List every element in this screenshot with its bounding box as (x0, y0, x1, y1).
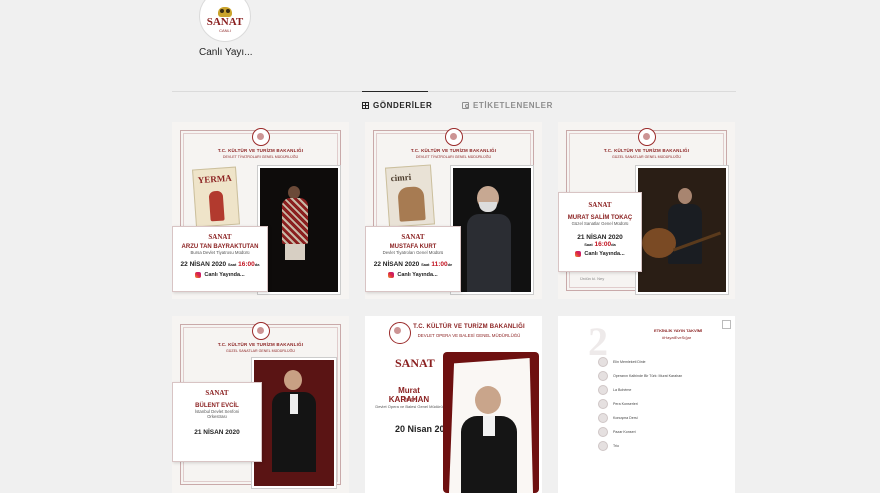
tab-tagged-label: ETİKETLENENLER (473, 101, 553, 110)
post-tile-1[interactable]: T.C. KÜLTÜR VE TURİZM BAKANLIĞI DEVLET T… (172, 122, 349, 299)
sanat-logo: SANAT (208, 233, 232, 241)
department-name: DEVLET TİYATROLARI GENEL MÜDÜRLÜĞÜ (415, 155, 492, 159)
schedule-header: ETKİNLİK YAYIN TAKVİMİ (654, 328, 703, 333)
ministry-seal-icon (252, 128, 270, 146)
schedule-item: Elin Memleketi Dinle (598, 357, 646, 367)
tagged-icon (462, 102, 469, 109)
speaker-role-detail: Devlet Opera ve Balesi Genel Müdürü (375, 404, 443, 409)
schedule-item: Pera Konserleri (598, 399, 638, 409)
profile-avatar[interactable]: SANAT CANLI (199, 0, 251, 42)
profile-username[interactable]: Canlı Yayı... (199, 47, 253, 58)
speaker-photo (252, 358, 336, 488)
avatar-logo-sub: CANLI (219, 28, 231, 33)
event-date: 21 NİSAN 2020 (577, 234, 623, 241)
avatar-logo-text: SANAT (206, 16, 244, 28)
speaker-photo (443, 352, 539, 493)
speaker-card: SANAT ARZU TAN BAYRAKTUTAN Bursa Devlet … (172, 226, 268, 292)
event-date: 22 NİSAN 2020 Saat 16:00da (180, 261, 260, 268)
tab-posts[interactable]: GÖNDERİLER (362, 101, 432, 110)
instrument-caption: Ürdün ki. Ney (580, 276, 605, 281)
instagram-icon (195, 272, 202, 278)
tabs-divider (172, 91, 736, 92)
sanat-logo: SANAT (395, 356, 435, 370)
ministry-seal-icon (252, 322, 270, 340)
multi-post-icon (722, 320, 731, 329)
speaker-role: İstanbul Devlet Senfoni Orkestrası (194, 409, 240, 419)
tab-tagged[interactable]: ETİKETLENENLER (462, 101, 553, 110)
grid-icon (362, 102, 369, 109)
post-tile-3[interactable]: T.C. KÜLTÜR VE TURİZM BAKANLIĞI GÜZEL SA… (558, 122, 735, 299)
speaker-photo (451, 166, 533, 294)
owl-logo-icon (218, 7, 232, 17)
speaker-role: Bursa Devlet Tiyatrosu Müdürü (190, 250, 250, 255)
schedule-hashtag: #HayatEveSığar (662, 335, 692, 340)
post-tile-4[interactable]: T.C. KÜLTÜR VE TURİZM BAKANLIĞI GÜZEL SA… (172, 316, 349, 493)
post-tile-5[interactable]: T.C. KÜLTÜR VE TURİZM BAKANLIĞI DEVLET O… (365, 316, 542, 493)
poster-title: cimri (390, 171, 412, 184)
event-date: 22 NİSAN 2020 Saat 11:00de (373, 261, 453, 268)
department-name: GÜZEL SANATLAR GENEL MÜDÜRLÜĞÜ (226, 349, 295, 353)
live-label: Canlı Yayında... (559, 251, 641, 257)
ministry-title: T.C. KÜLTÜR VE TURİZM BAKANLIĞI (217, 148, 304, 153)
speaker-photo (636, 166, 728, 294)
speaker-card: SANAT BÜLENT EVCİL İstanbul Devlet Senfo… (172, 382, 262, 462)
schedule-item: Operanın Kalbinde Bir Türk: Murat Karaha… (598, 371, 682, 381)
sanat-logo: SANAT (588, 201, 612, 209)
ministry-title: T.C. KÜLTÜR VE TURİZM BAKANLIĞI (217, 342, 304, 347)
schedule-item: Konuşma Dersi (598, 413, 638, 423)
tab-posts-label: GÖNDERİLER (373, 101, 433, 110)
schedule-item: Pazar Konseri (598, 427, 636, 437)
schedule-item: Trio (598, 441, 619, 451)
ministry-title: T.C. KÜLTÜR VE TURİZM BAKANLIĞI (410, 148, 497, 153)
live-label: Canlı Yayında... (173, 272, 267, 278)
live-label: Canlı Yayında... (366, 272, 460, 278)
instagram-icon (575, 251, 582, 257)
schedule-item: La Bohème (598, 385, 631, 395)
speaker-role: (Tenor) (401, 397, 417, 403)
event-date: 21 NİSAN 2020 (194, 429, 240, 436)
sanat-logo: SANAT (205, 389, 229, 397)
instagram-icon (388, 272, 395, 278)
ministry-seal-icon (389, 322, 411, 344)
department-name: GÜZEL SANATLAR GENEL MÜDÜRLÜĞÜ (612, 155, 681, 159)
play-poster: YERMA (192, 166, 240, 228)
speaker-card: SANAT MUSTAFA KURT Devlet Tiyatroları Ge… (365, 226, 461, 292)
poster-title: YERMA (197, 172, 233, 186)
ministry-seal-icon (445, 128, 463, 146)
speaker-role: Devlet Tiyatroları Genel Müdürü (382, 250, 444, 255)
speaker-photo (258, 166, 340, 294)
active-tab-indicator (362, 91, 428, 92)
ministry-title: T.C. KÜLTÜR VE TURİZM BAKANLIĞI (603, 148, 690, 153)
ministry-seal-icon (638, 128, 656, 146)
sanat-logo: SANAT (401, 233, 425, 241)
post-tile-2[interactable]: T.C. KÜLTÜR VE TURİZM BAKANLIĞI DEVLET T… (365, 122, 542, 299)
post-tile-6[interactable]: 2 ETKİNLİK YAYIN TAKVİMİ #HayatEveSığar … (558, 316, 735, 493)
department-name: DEVLET TİYATROLARI GENEL MÜDÜRLÜĞÜ (222, 155, 299, 159)
play-poster: cimri (384, 164, 436, 228)
ministry-title: T.C. KÜLTÜR VE TURİZM BAKANLIĞI (413, 324, 525, 330)
speaker-role: Güzel Sanatlar Genel Müdürü (571, 221, 629, 226)
department-name: DEVLET OPERA VE BALESİ GENEL MÜDÜRLÜĞÜ (417, 333, 521, 338)
speaker-card: SANAT MURAT SALİM TOKAÇ Güzel Sanatlar G… (558, 192, 642, 272)
event-time: Saat 16:00da (584, 241, 616, 248)
